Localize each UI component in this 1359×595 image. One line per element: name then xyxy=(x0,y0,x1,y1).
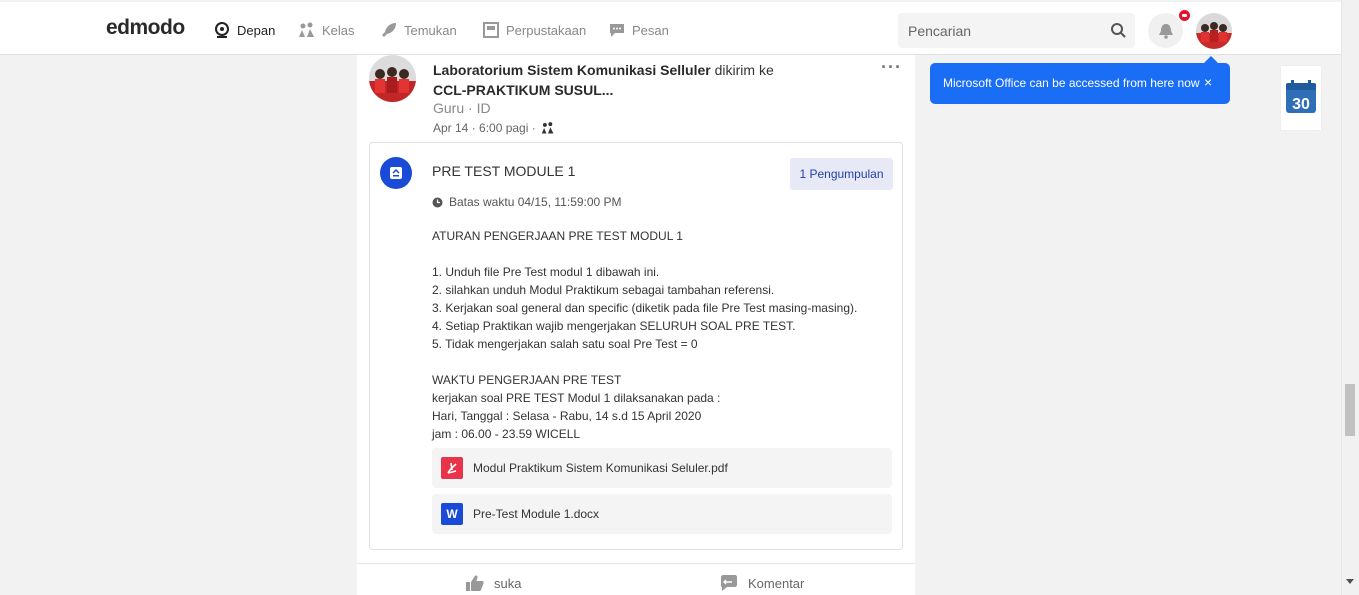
assignment-icon xyxy=(380,157,412,189)
nav-kelas[interactable]: Kelas xyxy=(298,19,355,41)
avatar-image xyxy=(1196,13,1232,49)
classes-icon xyxy=(541,122,554,134)
calendar-day: 30 xyxy=(1292,96,1310,113)
avatar[interactable] xyxy=(1196,13,1232,49)
post-header: Laboratorium Sistem Komunikasi Selluler … xyxy=(433,60,823,100)
assignment-description: ATURAN PENGERJAAN PRE TEST MODUL 1 1. Un… xyxy=(432,227,892,443)
calendar-icon: 30 xyxy=(1286,80,1316,113)
description-line xyxy=(432,245,892,263)
edmodo-logo[interactable]: edmodo xyxy=(106,16,185,40)
nav-label: Temukan xyxy=(404,22,457,38)
close-icon[interactable]: × xyxy=(1204,74,1212,90)
attachment-pdf[interactable]: Modul Praktikum Sistem Komunikasi Selule… xyxy=(432,448,892,488)
rocket-icon xyxy=(382,23,396,37)
home-icon xyxy=(215,22,229,38)
office-tooltip: Microsoft Office can be accessed from he… xyxy=(930,56,1230,104)
comment-label: Komentar xyxy=(748,575,805,591)
description-line: jam : 06.00 - 23.59 WICELL xyxy=(432,427,581,441)
nav-temukan[interactable]: Temukan xyxy=(380,19,457,41)
description-line: 3. Kerjakan soal general dan specific (d… xyxy=(432,301,858,315)
attachment-name: Modul Praktikum Sistem Komunikasi Selule… xyxy=(473,461,728,475)
like-label: suka xyxy=(494,575,522,591)
scrollbar-thumb[interactable] xyxy=(1345,384,1355,436)
scrollbar-track[interactable] xyxy=(1341,0,1359,595)
nav-depan[interactable]: Depan xyxy=(213,19,275,41)
avatar-image xyxy=(369,55,416,102)
submissions-button[interactable]: 1 Pengumpulan xyxy=(790,158,893,190)
post-meta: Apr 14 · 6:00 pagi · xyxy=(433,121,555,135)
comment-icon xyxy=(721,575,737,591)
search-input[interactable] xyxy=(898,13,1098,48)
assignment-card[interactable]: PRE TEST MODULE 1 1 Pengumpulan Batas wa… xyxy=(369,142,903,550)
attachment-name: Pre-Test Module 1.docx xyxy=(473,507,600,521)
clock-icon xyxy=(432,197,443,207)
deadline: Batas waktu 04/15, 11:59:00 PM xyxy=(432,195,622,209)
sent-to-text: dikirim ke xyxy=(710,62,774,78)
post-date[interactable]: Apr 14 · 6:00 pagi · xyxy=(433,121,536,135)
more-options-icon[interactable]: ··· xyxy=(881,57,902,78)
description-line: ATURAN PENGERJAAN PRE TEST MODUL 1 xyxy=(432,229,683,243)
attachment-docx[interactable]: W Pre-Test Module 1.docx xyxy=(432,494,892,534)
nav-label: Pesan xyxy=(632,22,669,38)
tooltip-text: Microsoft Office can be accessed from he… xyxy=(943,76,1200,90)
search-box xyxy=(898,13,1135,48)
nav-label: Perpustakaan xyxy=(506,22,587,38)
calendar-widget[interactable]: 30 xyxy=(1280,65,1322,131)
description-line: 2. silahkan unduh Modul Praktikum sebaga… xyxy=(432,283,775,297)
nav-pesan[interactable]: Pesan xyxy=(608,19,669,41)
like-button[interactable]: suka xyxy=(465,574,521,592)
description-line: kerjakan soal PRE TEST Modul 1 dilaksana… xyxy=(432,391,721,405)
library-icon xyxy=(483,22,499,38)
deadline-text: Batas waktu 04/15, 11:59:00 PM xyxy=(449,195,622,209)
post-actions: suka Komentar xyxy=(357,563,915,595)
description-line xyxy=(432,353,892,371)
classes-icon xyxy=(299,22,314,37)
description-line: 1. Unduh file Pre Test modul 1 dibawah i… xyxy=(432,265,660,279)
nav-label: Kelas xyxy=(322,22,355,38)
post-card: Laboratorium Sistem Komunikasi Selluler … xyxy=(357,55,915,595)
search-icon[interactable] xyxy=(1110,22,1127,39)
word-icon: W xyxy=(441,503,463,525)
description-line: WAKTU PENGERJAAN PRE TEST xyxy=(432,373,622,387)
nav-perpustakaan[interactable]: Perpustakaan xyxy=(482,19,586,41)
description-line: Hari, Tanggal : Selasa - Rabu, 14 s.d 15… xyxy=(432,409,702,423)
author-role: Guru · ID xyxy=(433,100,491,116)
notification-badge xyxy=(1177,8,1192,23)
thumbs-up-icon xyxy=(466,575,484,591)
description-line: 5. Tidak mengerjakan salah satu soal Pre… xyxy=(432,337,698,351)
sender-name[interactable]: Laboratorium Sistem Komunikasi Selluler xyxy=(433,62,711,78)
comment-button[interactable]: Komentar xyxy=(719,574,804,592)
message-icon xyxy=(610,24,624,37)
pdf-icon xyxy=(441,457,463,479)
bell-icon xyxy=(1158,23,1173,39)
nav-label: Depan xyxy=(237,22,276,38)
group-name[interactable]: CCL-PRAKTIKUM SUSUL... xyxy=(433,82,613,98)
top-navigation-bar: edmodo Depan Kelas Temukan Perpustakaan … xyxy=(0,2,1341,55)
post-author-avatar[interactable] xyxy=(369,55,416,102)
description-line: 4. Setiap Praktikan wajib mengerjakan SE… xyxy=(432,319,796,333)
assignment-title[interactable]: PRE TEST MODULE 1 xyxy=(432,163,575,179)
scroll-down-arrow-icon[interactable] xyxy=(1346,579,1354,584)
